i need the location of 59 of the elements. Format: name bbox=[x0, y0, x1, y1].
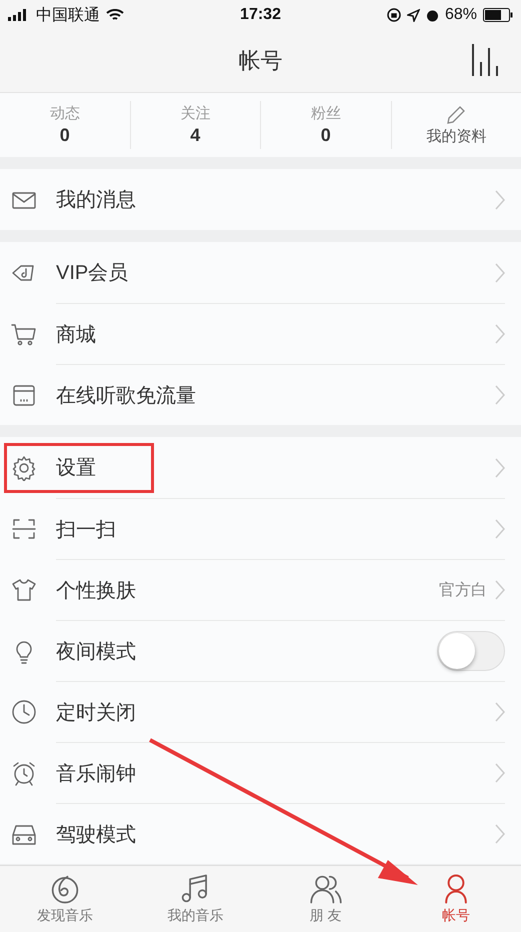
chevron-icon bbox=[495, 190, 505, 210]
menu-row[interactable]: 定时关闭 bbox=[0, 681, 521, 742]
carrier-text: 中国联通 bbox=[36, 6, 100, 26]
chevron-icon bbox=[495, 763, 505, 783]
chevron-icon bbox=[495, 262, 505, 282]
value-text: 官方白 bbox=[439, 580, 487, 600]
menu-row[interactable]: 夜间模式 bbox=[0, 620, 521, 681]
settings-icon bbox=[11, 454, 37, 480]
shirt-icon bbox=[11, 576, 37, 602]
menu-row[interactable]: VIP会员 bbox=[0, 242, 521, 303]
location-icon bbox=[406, 8, 420, 22]
tab[interactable]: 发现音乐 bbox=[0, 866, 130, 932]
stat-label: 粉丝 bbox=[310, 104, 341, 123]
clock-time: 17:32 bbox=[240, 6, 281, 24]
page-title: 帐号 bbox=[238, 47, 282, 75]
tab[interactable]: 帐号 bbox=[390, 866, 521, 932]
chevron-icon bbox=[495, 519, 505, 539]
rotation-lock-icon bbox=[386, 8, 401, 22]
row-label: 驾驶模式 bbox=[56, 822, 137, 848]
stat-count[interactable]: 0 bbox=[60, 125, 70, 146]
menu-row[interactable]: 在线听歌免流量 bbox=[0, 364, 521, 425]
row-label: 商城 bbox=[56, 322, 97, 348]
stat-count[interactable]: 0 bbox=[320, 125, 331, 146]
row-label: VIP会员 bbox=[56, 261, 130, 286]
menu-row[interactable]: 商城 bbox=[0, 303, 521, 364]
wifi-icon bbox=[106, 8, 124, 22]
menu-row[interactable]: 音乐闹钟 bbox=[0, 742, 521, 803]
profile-link[interactable]: 我的资料 bbox=[426, 126, 486, 146]
menu-row[interactable]: 扫一扫 bbox=[0, 498, 521, 559]
menu-row[interactable]: 设置 bbox=[0, 437, 521, 498]
menu-row[interactable]: 个性换肤 官方白 bbox=[0, 559, 521, 620]
friends-icon bbox=[310, 873, 342, 905]
row-label: 我的消息 bbox=[56, 188, 137, 213]
battery-icon bbox=[483, 8, 514, 22]
row-label: 定时关闭 bbox=[56, 700, 137, 726]
chevron-icon bbox=[495, 702, 505, 722]
row-label: 在线听歌免流量 bbox=[56, 384, 197, 408]
row-label: 夜间模式 bbox=[56, 640, 137, 664]
clock-icon bbox=[11, 698, 37, 724]
row-label: 个性换肤 bbox=[56, 578, 137, 604]
row-label: 扫一扫 bbox=[56, 518, 117, 542]
battery-text: 68% bbox=[444, 6, 478, 24]
row-label: 音乐闹钟 bbox=[56, 762, 137, 786]
menu-row[interactable]: 我的消息 bbox=[0, 169, 521, 230]
tab[interactable]: 朋 友 bbox=[260, 866, 391, 932]
chevron-icon bbox=[495, 385, 505, 405]
alarm-clock-icon bbox=[11, 760, 37, 786]
pencil-icon bbox=[446, 104, 466, 124]
chevron-icon bbox=[495, 580, 505, 600]
row-label: 设置 bbox=[56, 456, 97, 481]
stat-count[interactable]: 4 bbox=[190, 125, 200, 146]
tab[interactable]: 我的音乐 bbox=[130, 866, 260, 932]
stat-label: 动态 bbox=[50, 104, 80, 123]
chevron-icon bbox=[495, 458, 505, 478]
chevron-icon bbox=[495, 324, 505, 344]
stat-label: 关注 bbox=[180, 104, 210, 123]
chevron-icon bbox=[495, 824, 505, 844]
toggle-switch[interactable] bbox=[437, 631, 505, 671]
equalizer-icon[interactable] bbox=[471, 42, 501, 76]
